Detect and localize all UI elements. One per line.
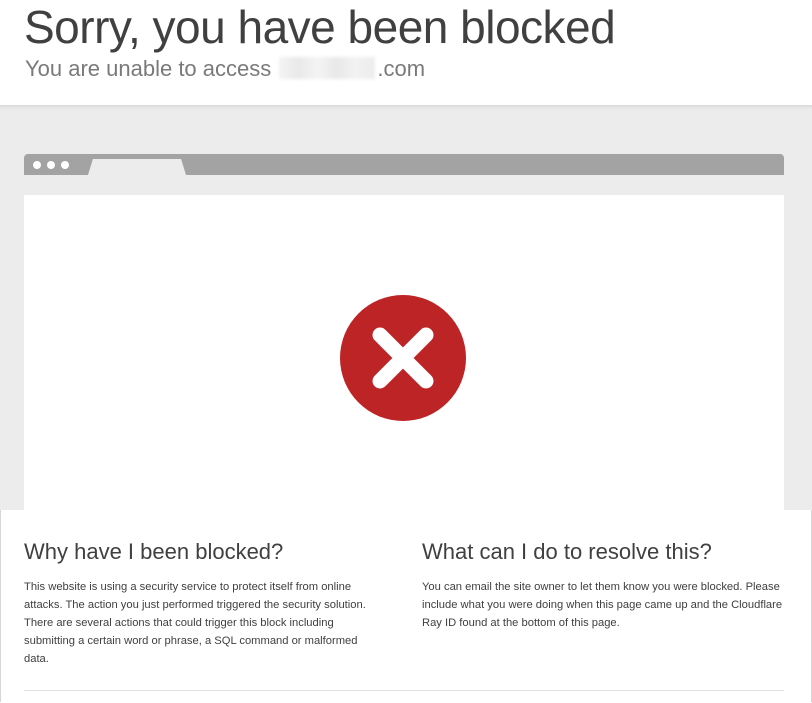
browser-tab-illustration xyxy=(88,159,186,175)
window-dot-icon xyxy=(33,161,41,169)
resolve-heading: What can I do to resolve this? xyxy=(422,539,712,564)
resolve-text: You can email the site owner to let them… xyxy=(422,581,783,629)
page-title: Sorry, you have been blocked xyxy=(24,1,616,53)
page-header: Sorry, you have been blocked You are una… xyxy=(0,0,812,105)
x-circle-icon xyxy=(340,295,466,421)
subtitle-domain-suffix: .com xyxy=(377,56,426,81)
footer-divider xyxy=(24,690,784,691)
redacted-domain xyxy=(279,57,376,79)
window-dot-icon xyxy=(47,161,55,169)
subtitle-prefix: You are unable to access xyxy=(25,56,272,81)
window-dot-icon xyxy=(61,161,69,169)
why-blocked-text: This website is using a security service… xyxy=(24,581,366,665)
page-subtitle: You are unable to access .com xyxy=(25,55,425,83)
why-blocked-heading: Why have I been blocked? xyxy=(24,539,284,564)
